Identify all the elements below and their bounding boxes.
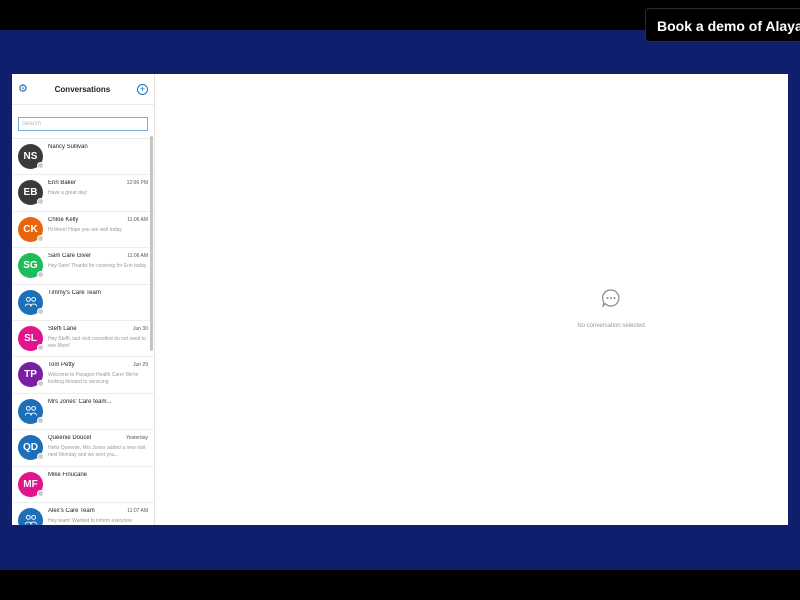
- group-avatar-icon: [18, 289, 44, 315]
- avatar-initials: SL: [24, 332, 37, 344]
- avatar: QD: [18, 435, 44, 461]
- conversation-row[interactable]: CK Chloe Kelly 11:06 AM Hi there! Hope you …: [12, 212, 154, 249]
- search-input[interactable]: [18, 117, 148, 131]
- contact-name: Mrs Jones' Care team...: [48, 398, 112, 405]
- conversation-summary: Erin Baker 12:06 PM Have a great day!: [48, 180, 148, 197]
- presence-indicator: [37, 307, 44, 315]
- presence-indicator: [37, 162, 44, 169]
- message-time: 11:06 AM: [127, 216, 148, 223]
- contact-name: Sam Care Giver: [48, 253, 92, 260]
- contact-name: Mike Finucane: [48, 471, 88, 478]
- presence-indicator: [37, 234, 44, 242]
- message-preview: Hey team! Wanted to inform everyone: [48, 517, 133, 524]
- conversation-summary: Steffi Lane Jun 30 Hey Steffi, last visit …: [48, 326, 148, 350]
- conversation-row[interactable]: TP Tom Petty Jun 29 Welcome to Paragon Heal…: [12, 357, 154, 394]
- conversation-row[interactable]: Mrs Jones' Care team...: [12, 394, 154, 431]
- conversation-row[interactable]: SL Steffi Lane Jun 30 Hey Steffi, last visi…: [12, 321, 154, 358]
- avatar-initials: QD: [23, 442, 38, 454]
- conversation-summary: Tom Petty Jun 29 Welcome to Paragon Health…: [48, 362, 148, 386]
- gear-icon[interactable]: ⚙: [18, 83, 28, 95]
- contact-name: Tom Petty: [48, 362, 75, 369]
- conversation-summary: Nancy Sullivan: [48, 144, 148, 154]
- contact-name: Steffi Lane: [48, 325, 77, 332]
- message-time: 11:06 AM: [127, 253, 148, 260]
- avatar-initials: CK: [23, 223, 38, 235]
- conversation-row[interactable]: SG Sam Care Giver 11:06 AM Hey Sam! Thanks …: [12, 248, 154, 285]
- conversation-row[interactable]: QD Queenie Doucet Yesterday Hello Queenie, …: [12, 430, 154, 467]
- avatar-initials: SG: [23, 260, 38, 272]
- conversation-row[interactable]: Timmy's Care Team: [12, 285, 154, 321]
- chat-bubble-icon: [602, 289, 620, 308]
- contact-name: Timmy's Care Team: [48, 289, 101, 296]
- list-scrollbar[interactable]: [150, 136, 153, 351]
- message-time: 12:06 PM: [126, 180, 148, 187]
- presence-indicator: [37, 198, 44, 206]
- avatar: MF: [18, 471, 44, 497]
- sidebar-title: Conversations: [54, 84, 111, 94]
- conversation-summary: Alex's Care Team 11:07 AM Hey team! Wanted…: [48, 508, 148, 525]
- presence-indicator: [37, 489, 44, 497]
- message-preview: Hi there! Hope you are well today: [48, 226, 122, 233]
- conversation-summary: Sam Care Giver 11:06 AM Hey Sam! Thanks fo…: [48, 253, 148, 270]
- conversation-summary: Mike Finucane: [48, 472, 148, 482]
- empty-state-text: No conversation selected: [577, 323, 645, 329]
- avatar: CK: [18, 216, 44, 242]
- sidebar-header: ⚙ Conversations +: [12, 74, 154, 105]
- avatar: SG: [18, 253, 44, 279]
- message-time: Jun 30: [132, 325, 148, 332]
- new-conversation-icon[interactable]: +: [136, 83, 148, 95]
- conversation-summary: Queenie Doucet Yesterday Hello Queenie, Mr…: [48, 435, 148, 459]
- contact-name: Nancy Sullivan: [48, 144, 88, 150]
- avatar: SL: [18, 325, 44, 351]
- presence-indicator: [37, 416, 44, 424]
- conversation-row[interactable]: Alex's Care Team 11:07 AM Hey team! Wanted…: [12, 503, 154, 525]
- presence-indicator: [37, 343, 44, 351]
- avatar-initials: NS: [23, 151, 38, 162]
- contact-name: Erin Baker: [48, 180, 77, 187]
- conversation-summary: Mrs Jones' Care team...: [48, 399, 148, 409]
- presence-indicator: [37, 453, 44, 461]
- conversation-row[interactable]: EB Erin Baker 12:06 PM Have a great day!: [12, 175, 154, 212]
- avatar: EB: [18, 180, 44, 206]
- contact-name: Queenie Doucet: [48, 435, 92, 442]
- contact-name: Chloe Kelly: [48, 216, 79, 223]
- message-time: Jun 29: [132, 362, 148, 369]
- message-preview: Hello Queenie, Mrs Jones added a new vis…: [48, 445, 146, 459]
- message-preview: Have a great day!: [48, 190, 88, 197]
- avatar-initials: EB: [23, 187, 38, 199]
- messaging-app: ⚙ Conversations + NS Nancy Sullivan EB Erin…: [12, 74, 788, 525]
- presence-indicator: [37, 271, 44, 279]
- conversation-row[interactable]: NS Nancy Sullivan: [12, 139, 154, 176]
- avatar-initials: TP: [24, 369, 37, 381]
- avatar: NS: [18, 144, 44, 169]
- group-avatar-icon: [18, 398, 44, 424]
- message-time: 11:07 AM: [127, 507, 148, 514]
- group-avatar-icon: [18, 507, 43, 525]
- message-preview: Hey Steffi, last visit cancelled do not …: [48, 335, 147, 349]
- search-bar: [12, 105, 154, 139]
- conversations-sidebar: ⚙ Conversations + NS Nancy Sullivan EB Erin…: [12, 74, 155, 525]
- conversation-row[interactable]: MF Mike Finucane: [12, 467, 154, 503]
- conversation-summary: Timmy's Care Team: [48, 290, 148, 300]
- conversation-summary: Chloe Kelly 11:06 AM Hi there! Hope you ar…: [48, 217, 148, 234]
- conversation-list: NS Nancy Sullivan EB Erin Baker 12:06 PM Have…: [12, 139, 154, 525]
- avatar: TP: [18, 362, 44, 388]
- avatar-initials: MF: [23, 478, 38, 490]
- message-time: Yesterday: [125, 435, 148, 442]
- conversation-pane: No conversation selected: [155, 74, 788, 525]
- message-preview: Welcome to Paragon Health Care! We're lo…: [48, 372, 139, 386]
- presence-indicator: [37, 380, 44, 388]
- message-preview: Hey Sam! Thanks for covering for Erin to…: [48, 263, 147, 270]
- book-demo-button[interactable]: Book a demo of AlayaCare: [645, 8, 800, 42]
- contact-name: Alex's Care Team: [48, 507, 95, 514]
